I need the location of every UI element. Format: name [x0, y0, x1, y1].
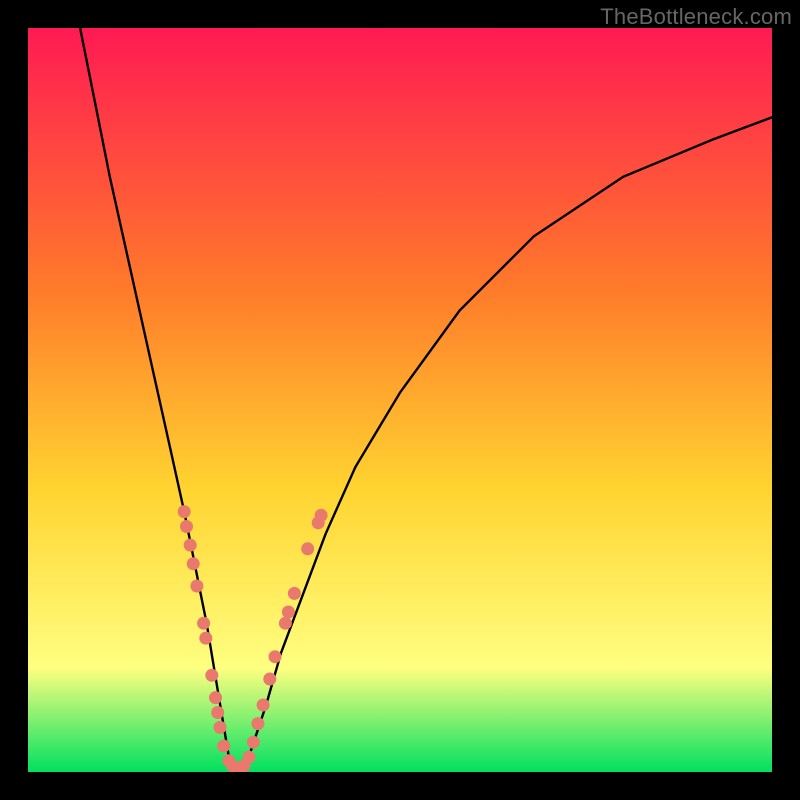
sample-dot — [269, 650, 282, 663]
sample-dot — [205, 669, 218, 682]
sample-dot — [279, 617, 292, 630]
sample-dot — [217, 740, 230, 753]
sample-dot — [190, 580, 203, 593]
sample-dot — [263, 673, 276, 686]
sample-dot — [199, 632, 212, 645]
sample-dot — [197, 617, 210, 630]
sample-dot — [247, 736, 260, 749]
sample-dot — [214, 721, 227, 734]
sample-dot — [251, 717, 264, 730]
chart-area — [28, 28, 772, 772]
sample-dot — [180, 520, 193, 533]
sample-dot — [187, 557, 200, 570]
sample-dot — [288, 587, 301, 600]
sample-dot — [211, 706, 224, 719]
sample-dot — [243, 751, 256, 764]
sample-dot — [315, 509, 328, 522]
bottleneck-curve-chart — [28, 28, 772, 772]
sample-dot — [282, 606, 295, 619]
watermark-text: TheBottleneck.com — [600, 4, 792, 30]
sample-dot — [209, 691, 222, 704]
sample-dot — [178, 505, 191, 518]
sample-dot — [184, 539, 197, 552]
sample-dot — [257, 699, 270, 712]
sample-dot — [301, 542, 314, 555]
gradient-background — [28, 28, 772, 772]
